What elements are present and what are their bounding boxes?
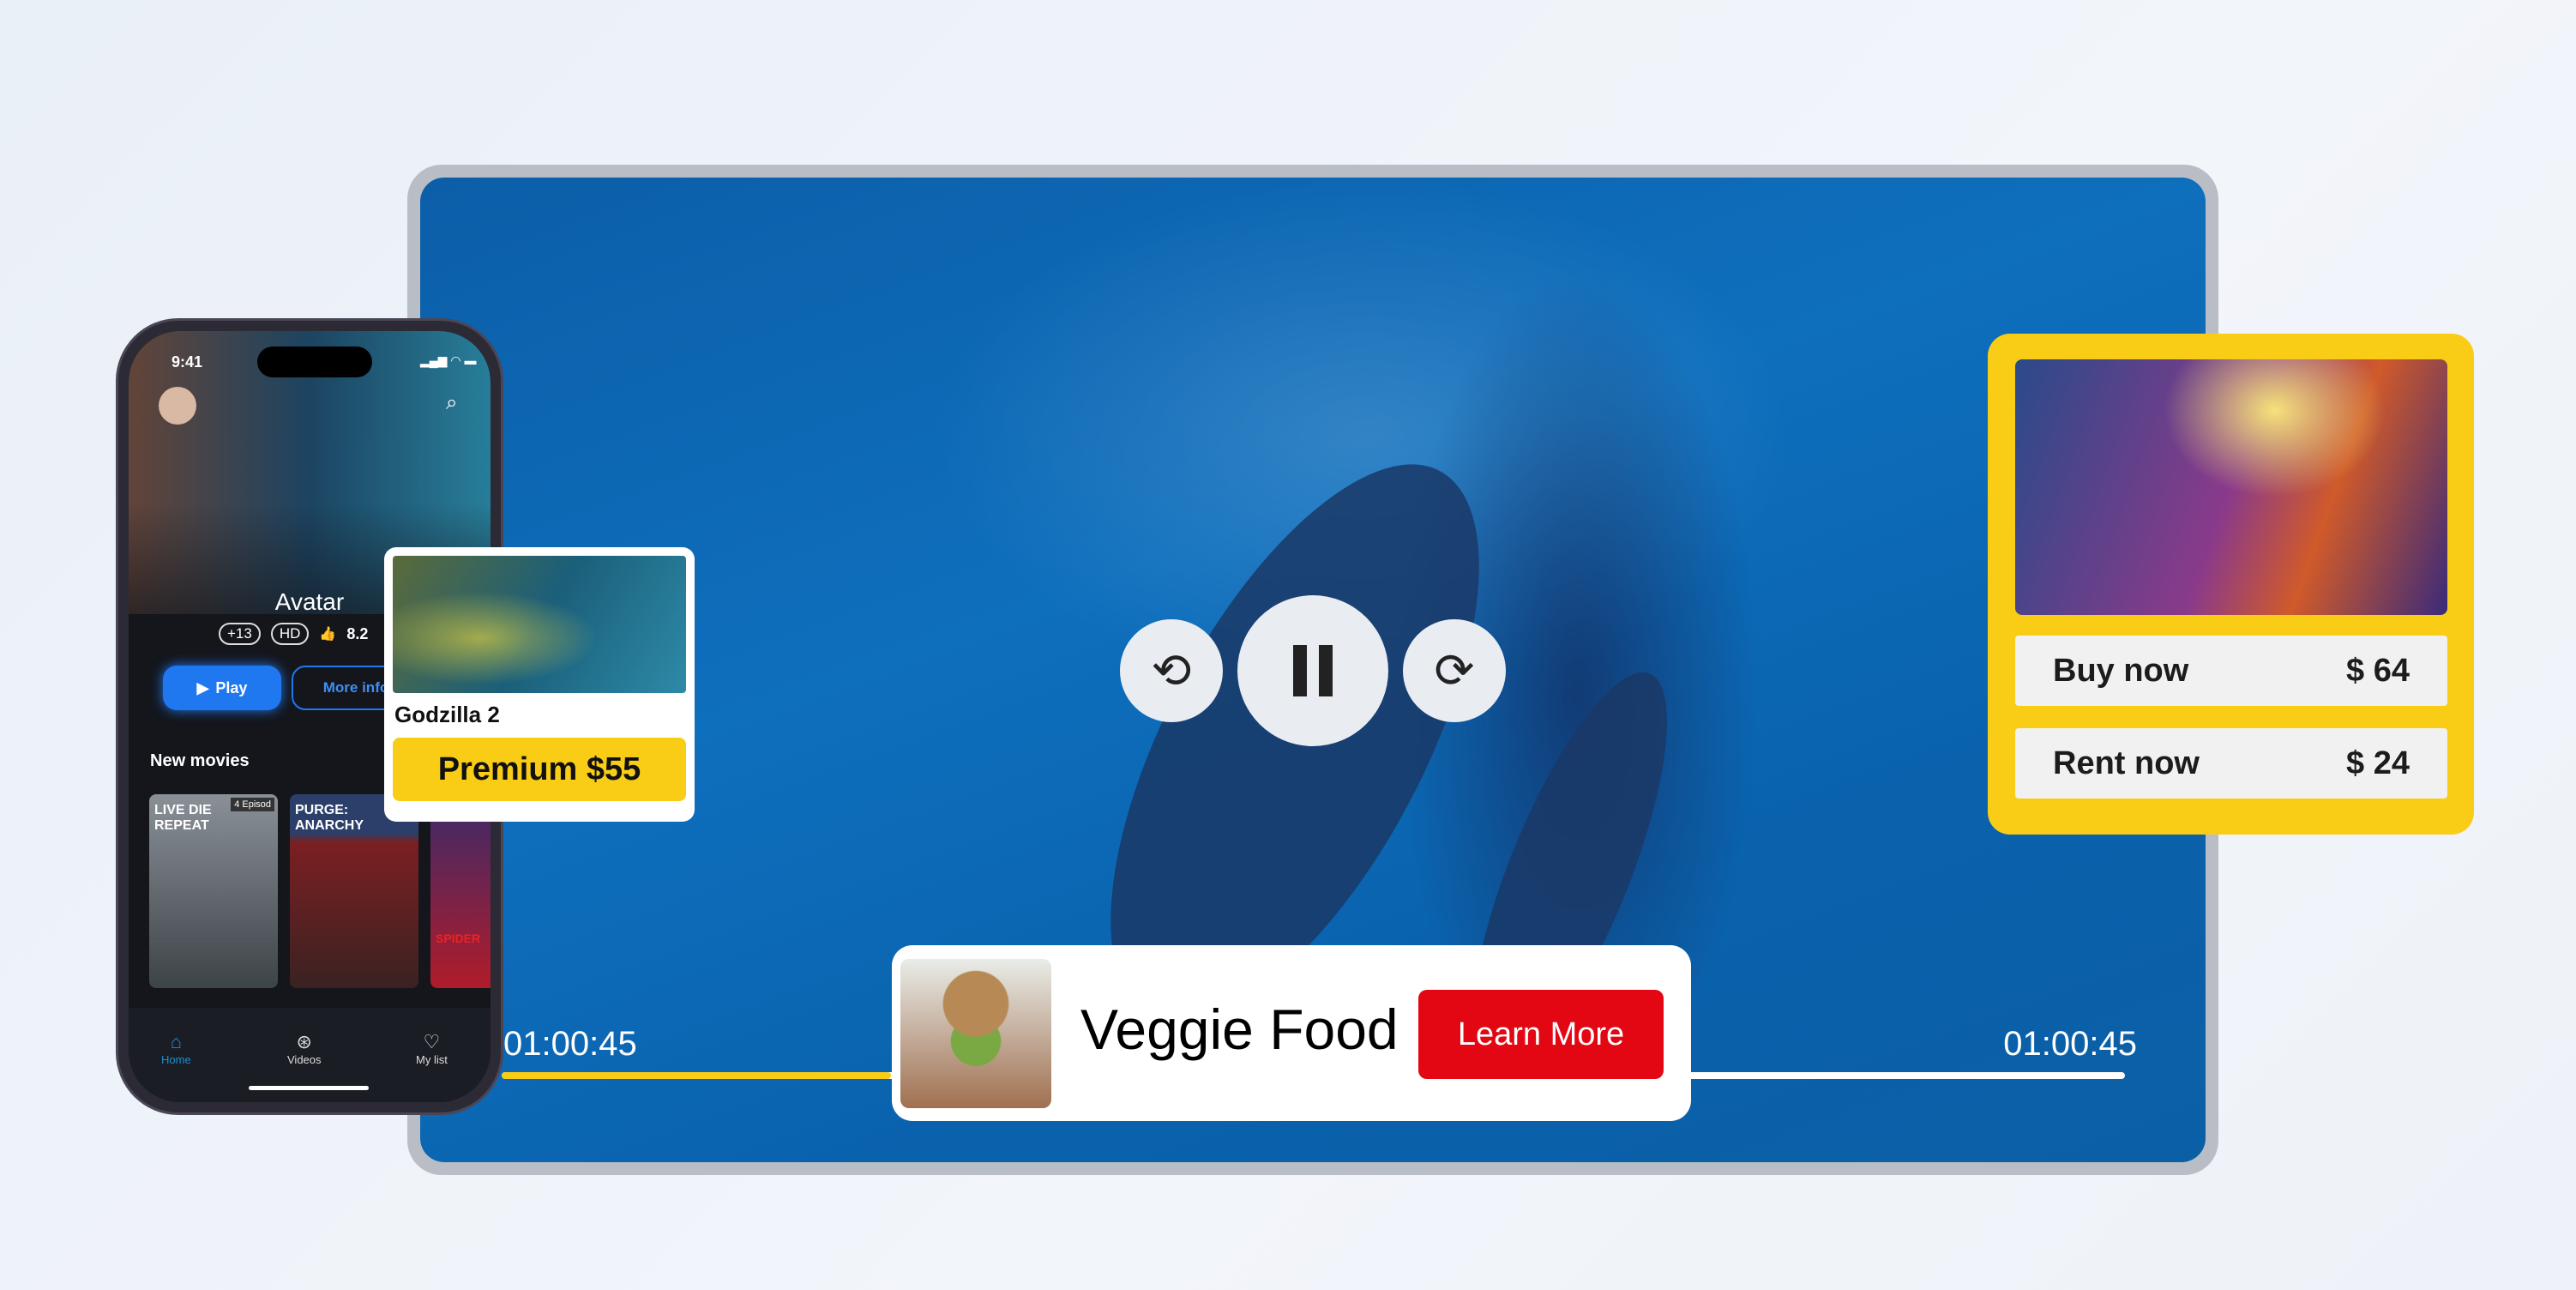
poster-card[interactable]: PURGE: ANARCHY — [290, 794, 418, 988]
rating: 8.2 — [346, 624, 369, 642]
status-icons: ▂▄▆ ◠ ▬ — [420, 353, 477, 367]
forward-icon[interactable]: ⟳ — [1403, 619, 1506, 722]
home-icon: ⌂ — [170, 1031, 182, 1052]
nav-home[interactable]: ⌂ Home — [161, 1031, 191, 1066]
pause-button[interactable] — [1237, 595, 1388, 746]
movie-title: Godzilla 2 — [394, 702, 500, 727]
rewind-icon[interactable]: ⟲ — [1120, 619, 1223, 722]
purchase-panel: Buy now $ 64 Rent now $ 24 — [1988, 334, 2474, 835]
time-total: 01:00:45 — [2003, 1025, 2137, 1063]
time-elapsed: 01:00:45 — [503, 1025, 637, 1063]
marvels-poster — [2015, 359, 2447, 615]
thumbs-up-icon: 👍 — [319, 627, 337, 642]
rent-now-button[interactable]: Rent now $ 24 — [2015, 728, 2447, 799]
age-rating: +13 — [219, 623, 261, 645]
search-icon[interactable]: ⌕ — [446, 391, 457, 415]
ad-banner[interactable]: Veggie Food Learn More — [892, 945, 1691, 1121]
nav-videos[interactable]: ⊛ Videos — [287, 1031, 322, 1066]
ad-title: Veggie Food — [1080, 998, 1399, 1061]
section-title: New movies — [150, 751, 250, 770]
heart-icon: ♡ — [423, 1031, 441, 1052]
premium-button[interactable]: Premium $55 — [393, 738, 686, 801]
poster-card[interactable]: SPIDER — [430, 794, 491, 988]
godzilla-poster — [393, 556, 686, 693]
godzilla-card[interactable]: Godzilla 2 Premium $55 — [384, 547, 695, 822]
avatar[interactable] — [159, 387, 196, 425]
food-image — [900, 959, 1051, 1108]
buy-now-button[interactable]: Buy now $ 64 — [2015, 636, 2447, 706]
progress-fill — [502, 1072, 892, 1079]
film-reel-icon: ⊛ — [296, 1031, 312, 1052]
play-icon: ▶ — [196, 678, 209, 696]
pause-icon — [1293, 645, 1333, 696]
quality-badge: HD — [270, 623, 310, 645]
learn-more-button[interactable]: Learn More — [1418, 990, 1664, 1079]
nav-my-list[interactable]: ♡ My list — [416, 1031, 448, 1066]
status-time: 9:41 — [172, 353, 203, 371]
home-indicator — [249, 1086, 369, 1090]
poster-card[interactable]: 4 Episod LIVE DIE REPEAT — [149, 794, 278, 988]
play-button[interactable]: ▶ Play — [163, 666, 281, 710]
dynamic-island — [257, 347, 372, 377]
